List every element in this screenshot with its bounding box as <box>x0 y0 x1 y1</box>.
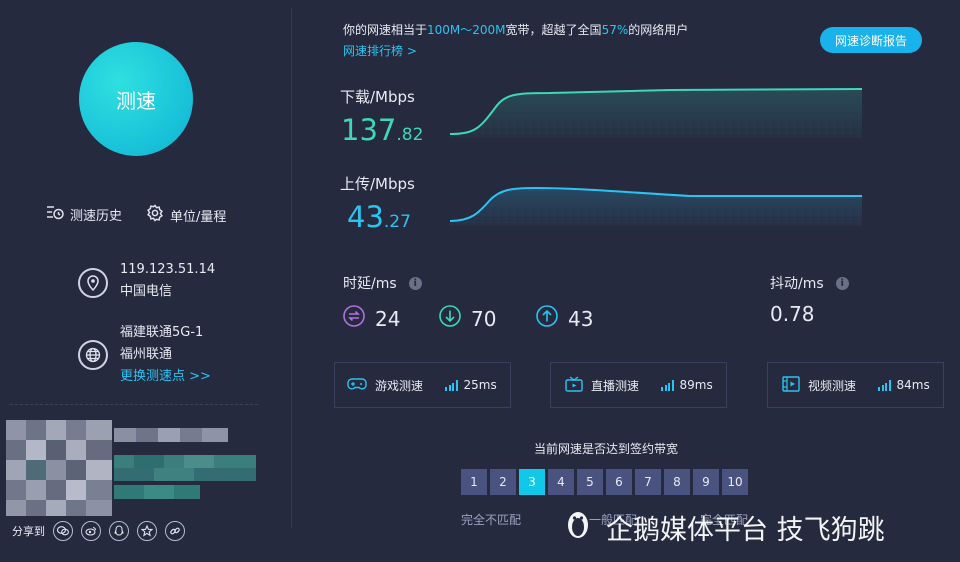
share-bar: 分享到 <box>12 521 185 541</box>
game-test-value: 25ms <box>463 378 497 392</box>
latency-idle-value: 24 <box>375 306 401 331</box>
client-isp: 中国电信 <box>120 284 173 299</box>
video-test-value: 84ms <box>896 378 930 392</box>
summary-suffix: 的网络用户 <box>628 23 689 37</box>
server-city: 福州联通 <box>120 347 173 362</box>
upload-label: 上传/Mbps <box>340 175 415 193</box>
left-panel: 测速 测速历史 单位/量程 119.123.51.14 中国电信 福建联通5G-… <box>0 0 292 562</box>
rating-option-2[interactable]: 2 <box>490 469 516 495</box>
exchange-icon <box>343 305 365 332</box>
globe-icon <box>78 340 108 370</box>
diagnose-report-button[interactable]: 网速诊断报告 <box>820 27 922 53</box>
start-label: 测速 <box>116 88 156 113</box>
download-graph <box>449 84 863 138</box>
latency-upload: 43 <box>536 305 593 332</box>
signal-icon <box>878 379 891 391</box>
jitter-heading: 抖动/ms i <box>770 273 849 293</box>
download-label: 下载/Mbps <box>340 88 415 106</box>
server-name: 福建联通5G-1 <box>120 325 204 340</box>
location-icon <box>78 268 108 298</box>
jitter-info-icon[interactable]: i <box>835 276 849 290</box>
signal-icon <box>445 379 458 391</box>
upload-dec: .27 <box>383 212 411 232</box>
wechat-icon[interactable] <box>53 521 73 541</box>
rating-option-3[interactable]: 3 <box>519 469 545 495</box>
rating-option-10[interactable]: 10 <box>722 469 748 495</box>
signal-icon <box>661 379 674 391</box>
penguin-icon <box>560 506 596 549</box>
upload-graph <box>449 174 862 226</box>
start-speedtest-button[interactable]: 测速 <box>79 42 193 156</box>
upload-int: 43 <box>347 200 384 234</box>
unit-label: 单位/量程 <box>170 209 227 225</box>
download-dec: .82 <box>396 125 424 145</box>
arrow-up-icon <box>536 305 558 332</box>
gear-icon <box>146 204 164 226</box>
download-int: 137 <box>341 113 397 147</box>
summary-prefix: 你的网速相当于 <box>343 23 428 37</box>
video-test-card[interactable]: 视频测速 84ms <box>767 362 944 408</box>
rating-option-8[interactable]: 8 <box>664 469 690 495</box>
live-test-value: 89ms <box>679 378 713 392</box>
history-button[interactable]: 测速历史 <box>46 204 122 224</box>
change-server-link[interactable]: 更换测速点 >> <box>120 366 211 388</box>
download-value: 137.82 <box>341 113 423 147</box>
summary-percent: 57% <box>601 23 629 37</box>
video-test-label: 视频测速 <box>808 378 857 393</box>
jitter-value: 0.78 <box>770 302 815 326</box>
gamepad-icon <box>347 377 367 394</box>
client-info: 119.123.51.14 中国电信 <box>120 259 215 303</box>
bandwidth-rating: 1 2 3 4 5 6 7 8 9 10 <box>461 469 748 495</box>
client-ip: 119.123.51.14 <box>120 262 216 277</box>
summary-middle: 宽带，超越了全国 <box>505 23 602 37</box>
rating-option-7[interactable]: 7 <box>635 469 661 495</box>
film-icon <box>782 375 800 395</box>
rating-option-1[interactable]: 1 <box>461 469 487 495</box>
separator <box>10 404 258 405</box>
scale-left-label: 完全不匹配 <box>461 513 522 527</box>
blurred-qr-image <box>6 420 112 516</box>
latency-down-value: 70 <box>471 306 497 331</box>
live-test-card[interactable]: 直播测速 89ms <box>550 362 727 408</box>
latency-info-icon[interactable]: i <box>408 276 422 290</box>
link-icon[interactable] <box>165 521 185 541</box>
latency-download: 70 <box>439 305 496 332</box>
server-info: 福建联通5G-1 福州联通 更换测速点 >> <box>120 322 211 388</box>
latency-up-value: 43 <box>568 306 594 331</box>
blurred-teal-line-2 <box>114 484 200 499</box>
rating-option-6[interactable]: 6 <box>606 469 632 495</box>
blurred-text-line <box>114 427 228 442</box>
latency-heading: 时延/ms i <box>343 273 422 293</box>
rating-option-4[interactable]: 4 <box>548 469 574 495</box>
rating-option-9[interactable]: 9 <box>693 469 719 495</box>
game-test-label: 游戏测速 <box>375 378 424 393</box>
diagnose-label: 网速诊断报告 <box>834 33 907 48</box>
panel-divider <box>291 8 292 528</box>
weibo-icon[interactable] <box>81 521 101 541</box>
speed-summary: 你的网速相当于100M～200M宽带，超越了全国57%的网络用户 <box>343 21 688 38</box>
upload-value: 43.27 <box>347 200 411 234</box>
tv-icon <box>565 375 583 395</box>
summary-range: 100M～200M <box>427 23 506 37</box>
qzone-star-icon[interactable] <box>137 521 157 541</box>
watermark-text: 企鹅媒体平台 技飞狗跳 <box>606 515 885 546</box>
jitter-label: 抖动/ms <box>770 276 824 292</box>
rating-option-5[interactable]: 5 <box>577 469 603 495</box>
share-label: 分享到 <box>12 525 45 538</box>
blurred-teal-line <box>114 455 256 481</box>
latency-label: 时延/ms <box>343 276 397 292</box>
ranking-link[interactable]: 网速排行榜 > <box>343 42 417 59</box>
unit-settings-button[interactable]: 单位/量程 <box>146 204 226 226</box>
game-test-card[interactable]: 游戏测速 25ms <box>334 362 511 408</box>
bandwidth-question: 当前网速是否达到签约带宽 <box>533 442 678 456</box>
arrow-down-icon <box>439 305 461 332</box>
history-icon <box>46 204 64 224</box>
live-test-label: 直播测速 <box>591 378 640 393</box>
latency-idle: 24 <box>343 305 400 332</box>
watermark: 企鹅媒体平台 技飞狗跳 <box>560 506 885 549</box>
history-label: 测速历史 <box>70 208 123 224</box>
qq-icon[interactable] <box>109 521 129 541</box>
